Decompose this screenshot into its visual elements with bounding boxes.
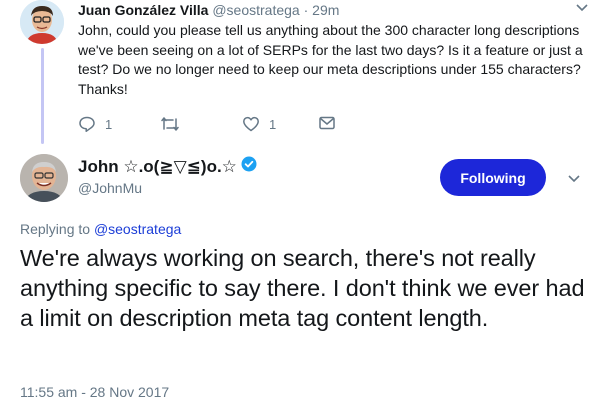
like-icon — [242, 115, 260, 133]
replying-to-handle-link[interactable]: @seostratega — [94, 221, 181, 237]
author-name-row: John ☆.o(≧▽≦)o.☆ — [78, 156, 257, 177]
like-count: 1 — [269, 116, 277, 132]
direct-message-button[interactable] — [318, 115, 336, 131]
parent-separator: · — [303, 2, 309, 18]
author-handle[interactable]: @JohnMu — [78, 180, 142, 196]
tweet-timestamp[interactable]: 11:55 am - 28 Nov 2017 — [20, 384, 169, 400]
replying-to: Replying to @seostratega — [20, 221, 181, 237]
chevron-down-icon[interactable] — [574, 0, 590, 20]
reply-icon — [78, 115, 96, 133]
author-avatar[interactable] — [20, 154, 68, 202]
retweet-button[interactable] — [160, 115, 189, 133]
main-tweet-text: We're always working on search, there's … — [20, 245, 585, 331]
replying-to-label: Replying to — [20, 221, 91, 237]
parent-header: Juan González Villa @seostratega · 29m — [78, 2, 339, 18]
following-button[interactable]: Following — [440, 159, 546, 196]
direct-message-icon — [318, 115, 336, 131]
verified-badge-icon — [241, 156, 257, 177]
parent-tweet[interactable]: Juan González Villa @seostratega · 29m J… — [0, 0, 613, 150]
parent-author-name[interactable]: Juan González Villa — [78, 2, 208, 18]
parent-avatar[interactable] — [20, 0, 64, 44]
parent-tweet-text: John, could you please tell us anything … — [78, 22, 583, 97]
retweet-icon — [160, 115, 180, 133]
reply-button[interactable]: 1 — [78, 115, 112, 133]
chevron-down-icon[interactable] — [566, 170, 582, 191]
author-name[interactable]: John ☆.o(≧▽≦)o.☆ — [78, 157, 237, 177]
like-button[interactable]: 1 — [242, 115, 276, 133]
parent-author-handle[interactable]: @seostratega — [212, 2, 299, 18]
reply-count: 1 — [105, 116, 113, 132]
thread-connector-line — [41, 48, 44, 144]
parent-timestamp[interactable]: 29m — [312, 2, 339, 18]
